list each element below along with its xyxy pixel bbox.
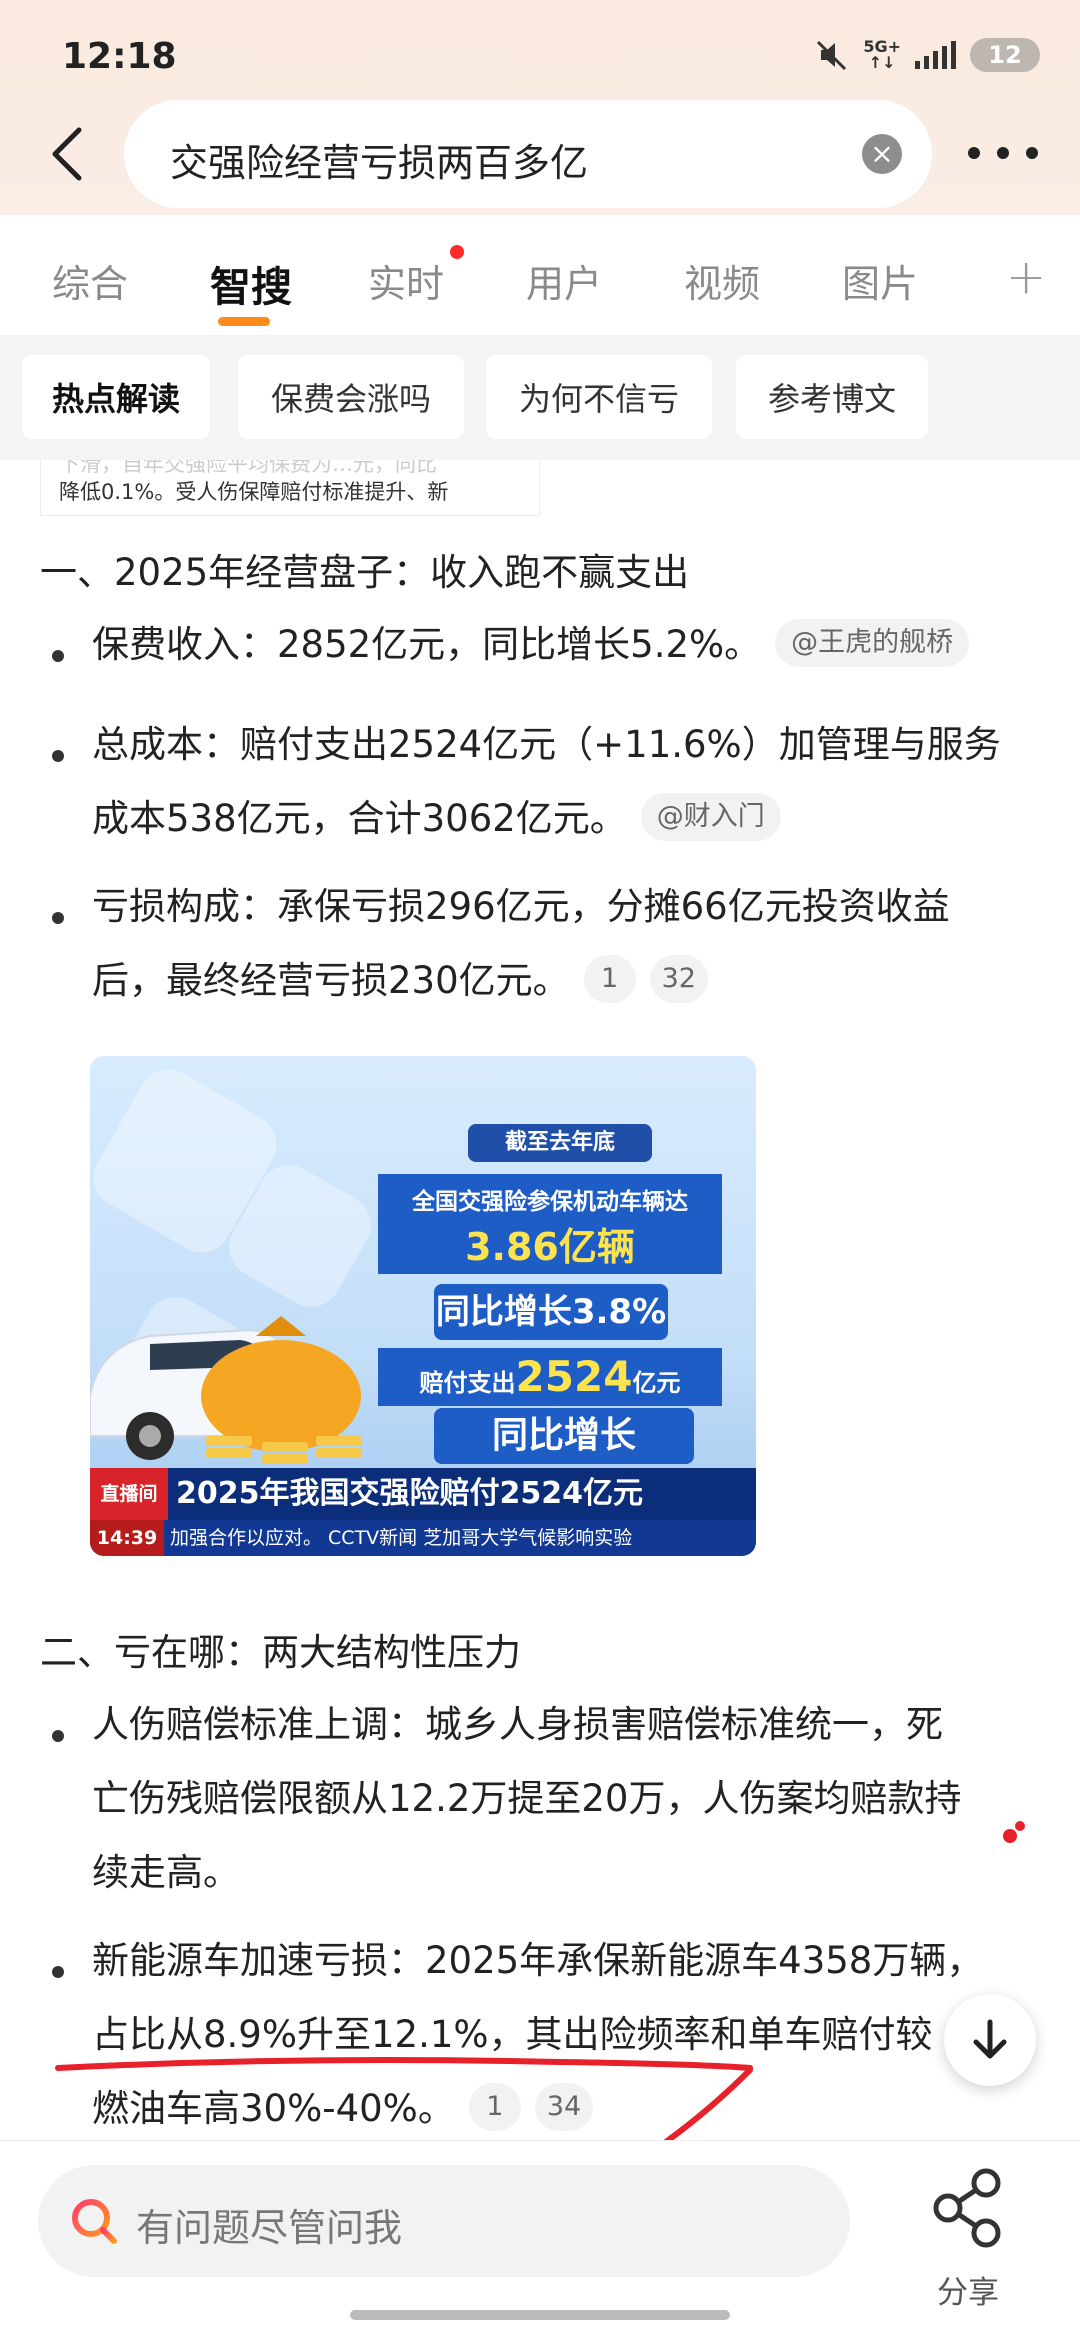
status-bar-icons: 5G+ ↑↓ 12 [815,38,1040,72]
share-label: 分享 [937,2275,999,2311]
status-time: 12:18 [62,36,177,77]
active-tab-indicator [218,317,270,326]
back-arrow-icon [52,127,82,181]
search-tabs: 综合 智搜 实时 用户 视频 图片 + [0,215,1080,335]
tab-users[interactable]: 用户 [526,253,602,308]
new-content-dot [450,245,464,259]
chip-hot-interpretation[interactable]: 热点解读 [22,355,210,439]
signal-icon [915,41,956,69]
chip-reference-posts[interactable]: 参考博文 [736,355,928,439]
chip-premium-rise[interactable]: 保费会涨吗 [238,355,464,439]
ask-input[interactable]: 有问题尽管问我 [38,2165,850,2277]
share-icon [933,2168,1001,2248]
ai-search-icon [72,2199,117,2244]
home-indicator[interactable] [350,2310,730,2320]
header: 12:18 5G+ ↑↓ 12 交强险经营亏损两百多亿 × [0,0,1080,215]
network-indicator: 5G+ ↑↓ [863,37,901,72]
battery-icon: 12 [970,38,1040,72]
ask-placeholder: 有问题尽管问我 [136,2206,403,2250]
share-button[interactable]: 分享 [928,2163,1008,2313]
tab-comprehensive[interactable]: 综合 [52,253,128,308]
answer-content: 下滑，自年交强险平均保费为…元，同比 降低0.1%。受人伤保障赔付标准提升、新 … [0,460,1080,2140]
back-button[interactable] [36,118,96,190]
tab-images[interactable]: 图片 [842,253,918,308]
tab-videos[interactable]: 视频 [684,253,760,308]
clear-icon[interactable]: × [862,134,902,174]
chip-why-not-believe[interactable]: 为何不信亏 [486,355,712,439]
tab-smart-search[interactable]: 智搜 [210,253,292,313]
more-menu-button[interactable] [968,130,1038,176]
tab-realtime[interactable]: 实时 [368,253,444,308]
red-annotation-stroke [55,1821,1025,2140]
arrow-down-icon [973,2019,1007,2059]
scroll-down-button[interactable] [944,1994,1036,2086]
topic-chips: 热点解读 保费会涨吗 为何不信亏 参考博文 [0,335,1080,460]
search-query: 交强险经营亏损两百多亿 [170,141,589,185]
mute-icon [817,40,847,71]
search-input[interactable]: 交强险经营亏损两百多亿 × [124,100,932,208]
add-tab-button[interactable]: + [1006,249,1046,305]
